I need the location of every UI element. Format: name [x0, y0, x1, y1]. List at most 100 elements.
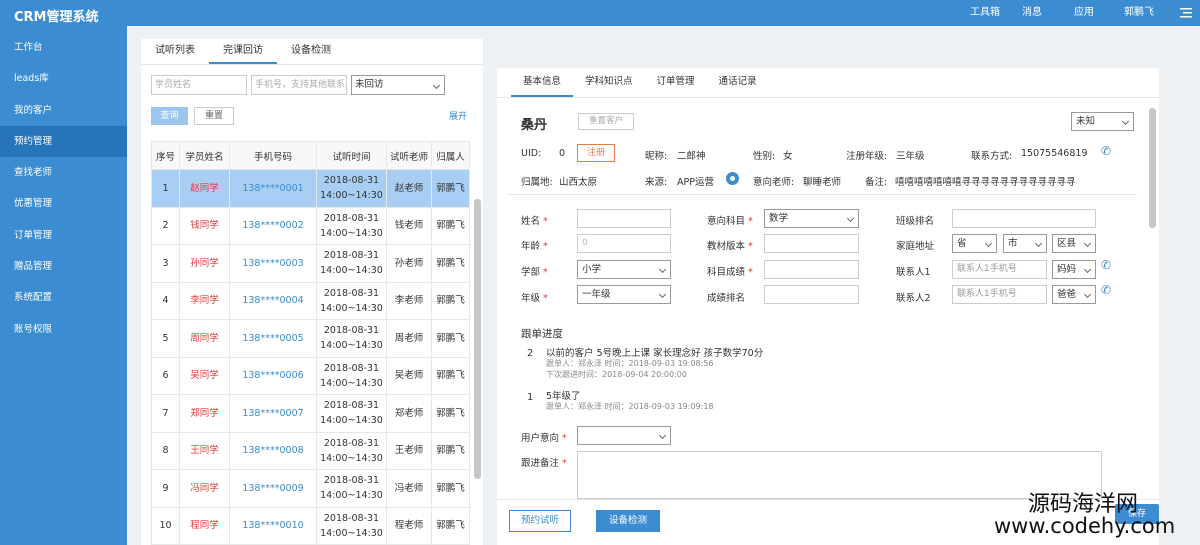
row-trial-date: 2018-08-31: [323, 437, 380, 449]
right-scrollbar[interactable]: [1149, 108, 1156, 228]
sidebar-item-discounts[interactable]: 优惠管理: [0, 188, 127, 219]
table-row[interactable]: 6 吴同学 138****0006 2018-08-31 14:00~14:30 吴老师郭…: [151, 356, 470, 395]
contact1-label: 联系人1: [896, 267, 931, 278]
subject-select[interactable]: 数学: [764, 209, 859, 228]
contact2-label: 联系人2: [896, 293, 931, 304]
row-trial-slot: 14:00~14:30: [320, 227, 383, 239]
followup-status-select[interactable]: 未回访: [351, 75, 445, 95]
tab-call-log[interactable]: 通话记录: [707, 68, 769, 97]
top-nav-messages[interactable]: 消息: [1022, 0, 1074, 26]
contact1-phone-icon[interactable]: ✆: [1101, 258, 1111, 272]
school-select[interactable]: 小学: [577, 260, 671, 279]
app-title: CRM管理系统: [14, 10, 99, 25]
row-teacher: 赵老师: [386, 169, 432, 208]
tab-followup[interactable]: 完课回访: [209, 39, 277, 64]
student-detail-panel: 基本信息 学科知识点 订单管理 通话记录 桑丹 重置客户 未知 UID: 0 注…: [497, 68, 1159, 545]
sidebar-item-booking[interactable]: 预约管理: [0, 125, 127, 158]
sidebar-item-my-customers[interactable]: 我的客户: [0, 95, 127, 126]
score-input[interactable]: [764, 260, 859, 279]
row-teacher: 冯老师: [386, 469, 432, 508]
row-phone[interactable]: 138****0009: [229, 469, 317, 508]
device-check-button[interactable]: 设备检测: [596, 510, 660, 532]
row-trial-date: 2018-08-31: [323, 400, 380, 412]
table-row[interactable]: 1 赵同学 138****0001 2018-08-31 14:00~14:30 赵老师郭…: [151, 169, 470, 208]
contact2-input[interactable]: 联系人1手机号: [952, 285, 1047, 304]
relation1-select[interactable]: 妈妈: [1052, 260, 1096, 279]
row-phone[interactable]: 138****0010: [229, 506, 317, 545]
contact1-input[interactable]: 联系人1手机号: [952, 260, 1047, 279]
menu-icon[interactable]: [1174, 0, 1200, 26]
reassign-button[interactable]: 重置客户: [578, 113, 634, 130]
trial-table: 序号 学员姓名 手机号码 试听时间 试听老师 归属人 1 赵同学 138****00…: [151, 141, 470, 545]
row-trial-date: 2018-08-31: [323, 287, 380, 299]
sidebar-item-system-config[interactable]: 系统配置: [0, 282, 127, 313]
city-select[interactable]: 市: [1003, 234, 1047, 253]
row-phone[interactable]: 138****0006: [229, 356, 317, 395]
row-phone[interactable]: 138****0002: [229, 206, 317, 245]
expand-link[interactable]: 展开: [449, 109, 467, 122]
contact2-phone-icon[interactable]: ✆: [1101, 283, 1111, 297]
row-phone[interactable]: 138****0001: [229, 169, 317, 208]
left-scrollbar[interactable]: [474, 199, 481, 479]
row-owner: 郭鹏飞: [431, 244, 470, 283]
book-trial-button[interactable]: 预约试听: [509, 510, 571, 532]
tab-device-check[interactable]: 设备检测: [277, 39, 345, 64]
table-row[interactable]: 9 冯同学 138****0009 2018-08-31 14:00~14:30 冯老师郭…: [151, 469, 470, 508]
top-nav-user[interactable]: 郭鹏飞: [1124, 0, 1174, 26]
row-phone[interactable]: 138****0003: [229, 244, 317, 283]
row-trial-slot: 14:00~14:30: [320, 302, 383, 314]
register-button[interactable]: 注册: [577, 144, 615, 162]
row-phone[interactable]: 138****0008: [229, 431, 317, 470]
tab-orders[interactable]: 订单管理: [645, 68, 707, 97]
row-trial-slot: 14:00~14:30: [320, 340, 383, 352]
name-input[interactable]: [577, 209, 671, 228]
student-name-input[interactable]: 学员姓名: [151, 75, 247, 95]
remark-label: 备注:: [865, 177, 888, 188]
sidebar-item-find-teacher[interactable]: 查找老师: [0, 157, 127, 188]
row-owner: 郭鹏飞: [431, 431, 470, 470]
row-phone[interactable]: 138****0007: [229, 394, 317, 433]
eye-icon[interactable]: [726, 172, 739, 185]
table-row[interactable]: 8 王同学 138****0008 2018-08-31 14:00~14:30 王老师郭…: [151, 431, 470, 470]
tab-basic-info[interactable]: 基本信息: [511, 68, 574, 97]
search-button[interactable]: 查询: [151, 107, 188, 125]
table-row[interactable]: 10 程同学 138****0010 2018-08-31 14:00~14:30 程老师…: [151, 506, 470, 545]
right-tabs: 基本信息 学科知识点 订单管理 通话记录: [497, 68, 1159, 98]
user-intent-select[interactable]: [577, 426, 671, 445]
table-row[interactable]: 2 钱同学 138****0002 2018-08-31 14:00~14:30 钱老师郭…: [151, 206, 470, 245]
class-rank-input[interactable]: [952, 209, 1096, 228]
sidebar-item-orders[interactable]: 订单管理: [0, 220, 127, 251]
table-row[interactable]: 5 周同学 138****0005 2018-08-31 14:00~14:30 周老师郭…: [151, 319, 470, 358]
table-row[interactable]: 4 李同学 138****0004 2018-08-31 14:00~14:30 李老师郭…: [151, 281, 470, 320]
top-nav-apps[interactable]: 应用: [1074, 0, 1124, 26]
top-nav-toolbox[interactable]: 工具箱: [970, 0, 1022, 26]
table-row[interactable]: 3 孙同学 138****0003 2018-08-31 14:00~14:30 孙老师郭…: [151, 244, 470, 283]
sidebar-item-permissions[interactable]: 账号权限: [0, 314, 127, 345]
sidebar-item-leads[interactable]: leads库: [0, 63, 127, 94]
textbook-input[interactable]: [764, 234, 859, 253]
tab-trial-list[interactable]: 试听列表: [141, 39, 209, 64]
province-select[interactable]: 省: [952, 234, 997, 253]
row-owner: 郭鹏飞: [431, 394, 470, 433]
rank-input[interactable]: [764, 285, 859, 304]
age-stepper[interactable]: 0: [577, 234, 671, 253]
row-phone[interactable]: 138****0004: [229, 281, 317, 320]
phone-input[interactable]: 手机号，支持其他联系人: [251, 75, 347, 95]
table-row[interactable]: 7 郑同学 138****0007 2018-08-31 14:00~14:30 郑老师郭…: [151, 394, 470, 433]
row-no: 3: [151, 244, 180, 283]
sidebar-item-gifts[interactable]: 赠品管理: [0, 251, 127, 282]
customer-status-select[interactable]: 未知: [1071, 112, 1134, 131]
progress-meta-2: 跟单人：郑永泽 时间：2018-09-03 19:08:56: [546, 359, 714, 368]
sidebar-item-workbench[interactable]: 工作台: [0, 32, 127, 63]
row-no: 8: [151, 431, 180, 470]
phone-icon[interactable]: ✆: [1101, 144, 1111, 158]
divider: [507, 194, 1137, 195]
tab-knowledge[interactable]: 学科知识点: [573, 68, 645, 97]
student-name: 桑丹: [521, 118, 548, 133]
relation2-select[interactable]: 爸爸: [1052, 285, 1096, 304]
district-select[interactable]: 区县: [1052, 234, 1096, 253]
grade-select[interactable]: 一年级: [577, 285, 671, 304]
col-teacher: 试听老师: [386, 141, 432, 170]
reset-button[interactable]: 重置: [194, 107, 234, 125]
row-phone[interactable]: 138****0005: [229, 319, 317, 358]
